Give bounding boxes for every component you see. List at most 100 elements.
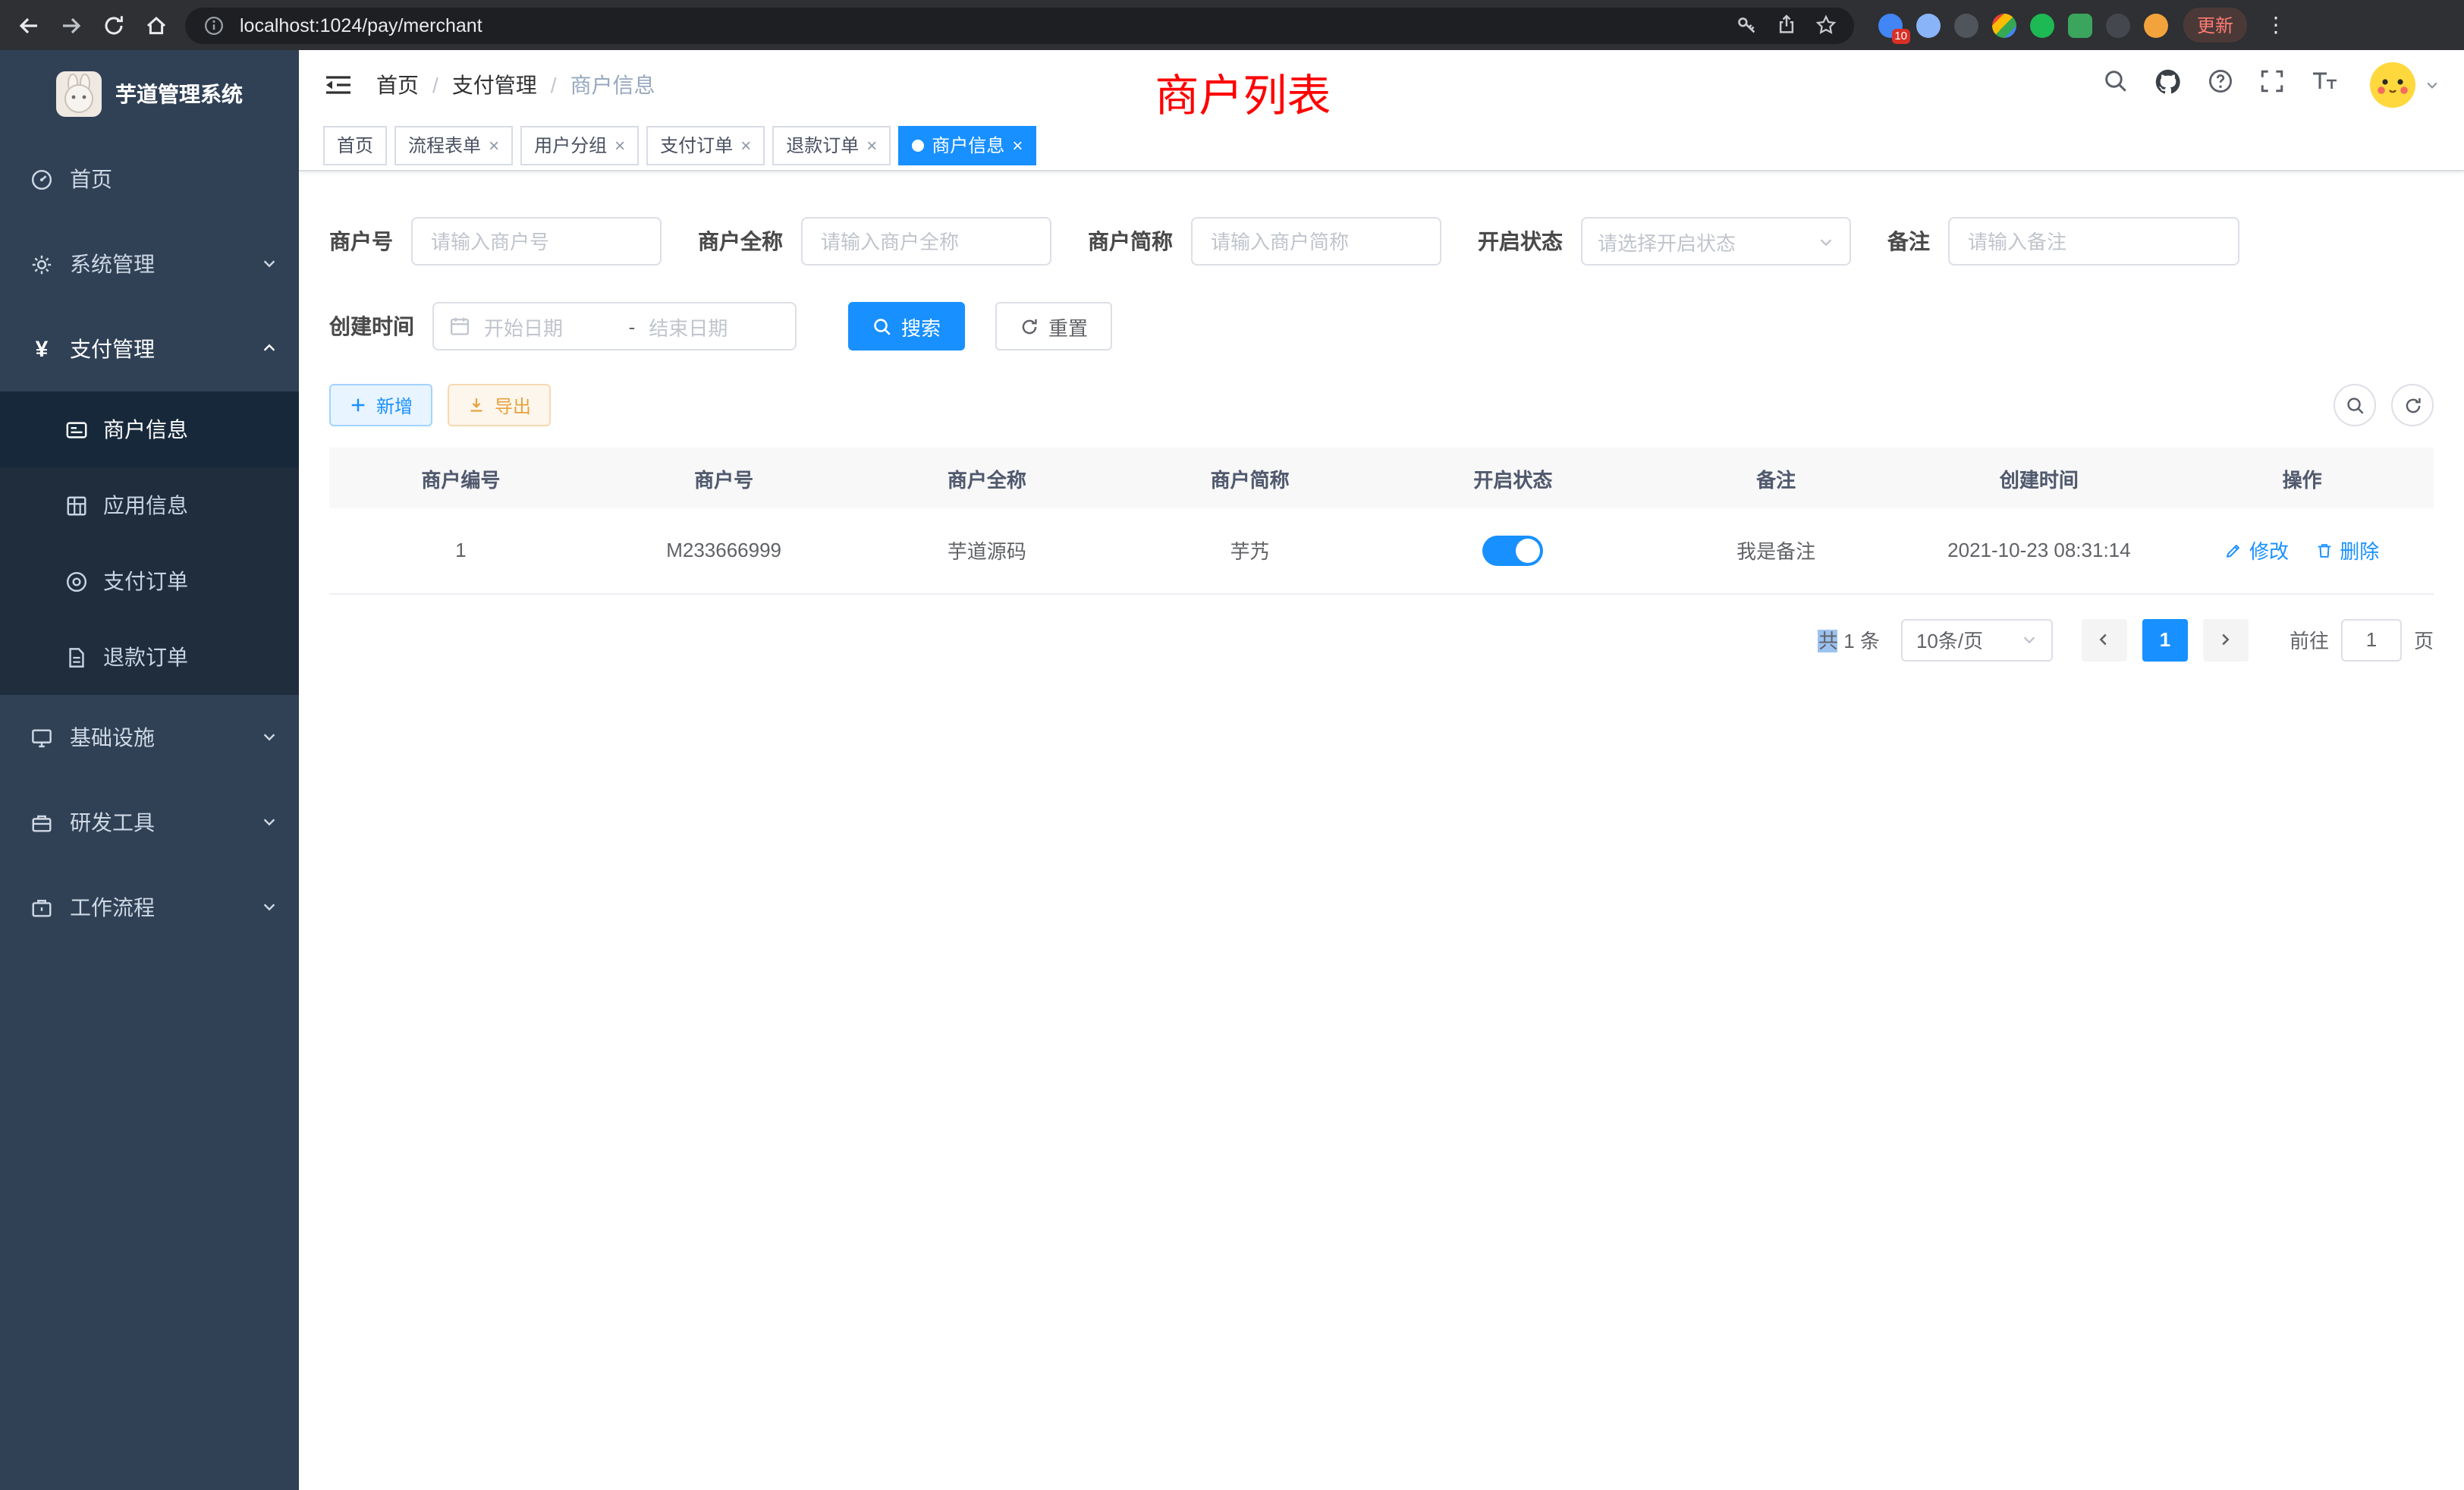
trash-icon [2315, 542, 2334, 560]
extension-icon[interactable] [2068, 13, 2092, 37]
user-avatar[interactable] [2370, 62, 2440, 108]
col-header: 商户全称 [856, 448, 1119, 508]
prev-page-button[interactable] [2082, 618, 2127, 661]
status-select[interactable]: 请选择开启状态 [1581, 217, 1851, 266]
sidebar-fold-icon[interactable] [323, 70, 354, 100]
address-bar[interactable]: localhost:1024/pay/merchant [185, 7, 1854, 43]
col-header: 商户编号 [329, 448, 592, 508]
page-content: 商户号 商户全称 商户简称 开启状态 请选择开启状态 [299, 171, 2464, 1490]
goto-page-input[interactable] [2341, 618, 2402, 661]
font-size-icon[interactable] [2311, 68, 2338, 102]
chevron-down-icon [1818, 233, 1834, 250]
edit-link[interactable]: 修改 [2225, 536, 2289, 565]
extension-icon[interactable] [2106, 13, 2130, 37]
sidebar-menu: 首页 系统管理 ¥ 支付管理 [0, 137, 299, 950]
short-name-input[interactable] [1191, 217, 1441, 266]
github-icon[interactable] [2154, 68, 2182, 102]
extension-icon[interactable] [1916, 13, 1941, 37]
page-number-button[interactable]: 1 [2142, 618, 2188, 661]
extension-icon[interactable] [1992, 13, 2016, 37]
toggle-search-button[interactable] [2334, 384, 2376, 426]
status-select-placeholder: 请选择开启状态 [1598, 227, 1736, 256]
close-icon[interactable]: × [489, 136, 499, 154]
site-info-icon[interactable] [200, 11, 228, 39]
extension-icon[interactable] [2030, 13, 2054, 37]
edit-link-label: 修改 [2249, 536, 2289, 565]
sidebar-item-payment[interactable]: ¥ 支付管理 [0, 306, 299, 391]
filter-row-2: 创建时间 开始日期 - 结束日期 搜索 重置 [329, 302, 2434, 350]
sidebar-item-label: 系统管理 [70, 249, 155, 279]
gear-icon [30, 253, 53, 275]
sidebar-item-label: 退款订单 [103, 642, 188, 672]
close-icon[interactable]: × [614, 136, 625, 154]
sidebar-item-workflow[interactable]: 工作流程 [0, 865, 299, 950]
extension-icon[interactable] [2144, 13, 2168, 37]
search-icon[interactable] [2103, 68, 2129, 102]
sidebar-item-dev-tools[interactable]: 研发工具 [0, 780, 299, 865]
sidebar-item-infrastructure[interactable]: 基础设施 [0, 695, 299, 780]
start-date-placeholder[interactable]: 开始日期 [484, 312, 615, 341]
reload-button[interactable] [100, 11, 127, 39]
password-key-icon[interactable] [1733, 11, 1760, 39]
cell-remark: 我是备注 [1645, 508, 1908, 593]
url-text[interactable]: localhost:1024/pay/merchant [240, 14, 1721, 36]
close-icon[interactable]: × [740, 136, 751, 154]
yen-icon: ¥ [30, 338, 53, 360]
remark-input[interactable] [1948, 217, 2239, 266]
breadcrumb-home[interactable]: 首页 [376, 70, 419, 100]
browser-menu-icon[interactable]: ⋮ [2262, 12, 2290, 38]
delete-link[interactable]: 删除 [2315, 536, 2379, 565]
refresh-table-button[interactable] [2391, 384, 2434, 426]
page-header: 首页 / 支付管理 / 商户信息 商户列表 [299, 50, 2464, 120]
cell-status [1381, 508, 1645, 593]
help-icon[interactable] [2208, 68, 2233, 102]
chevron-up-icon [261, 337, 278, 361]
back-button[interactable] [15, 11, 42, 39]
share-icon[interactable] [1772, 11, 1799, 39]
merchant-no-input[interactable] [411, 217, 662, 266]
sidebar-item-system[interactable]: 系统管理 [0, 222, 299, 306]
page-size-select[interactable]: 10条/页 [1901, 618, 2053, 661]
tab-pay-order[interactable]: 支付订单 × [646, 125, 765, 165]
app-title: 芋道管理系统 [115, 78, 243, 108]
tab-process-form[interactable]: 流程表单 × [394, 125, 513, 165]
sidebar-item-merchant-info[interactable]: 商户信息 [0, 391, 299, 467]
close-icon[interactable]: × [866, 136, 877, 154]
extension-icon[interactable]: 10 [1878, 13, 1903, 37]
status-toggle[interactable] [1482, 536, 1543, 566]
sidebar-item-pay-order[interactable]: 支付订单 [0, 543, 299, 619]
sidebar-item-refund-order[interactable]: 退款订单 [0, 619, 299, 695]
search-button[interactable]: 搜索 [848, 302, 965, 350]
sidebar-item-home[interactable]: 首页 [0, 137, 299, 222]
export-button[interactable]: 导出 [448, 384, 551, 426]
end-date-placeholder[interactable]: 结束日期 [649, 312, 780, 341]
close-icon[interactable]: × [1012, 136, 1023, 154]
next-page-button[interactable] [2203, 618, 2249, 661]
extension-icon[interactable] [1954, 13, 1978, 37]
bookmark-star-icon[interactable] [1812, 11, 1839, 39]
breadcrumb-payment[interactable]: 支付管理 [452, 70, 537, 100]
app-logo[interactable]: 芋道管理系统 [0, 50, 299, 137]
chrome-update-button[interactable]: 更新 [2183, 8, 2247, 42]
full-name-input[interactable] [801, 217, 1051, 266]
tab-label: 首页 [337, 132, 373, 158]
create-time-range-picker[interactable]: 开始日期 - 结束日期 [432, 302, 797, 350]
tab-home[interactable]: 首页 [323, 125, 387, 165]
forward-button[interactable] [58, 11, 85, 39]
tab-user-group[interactable]: 用户分组 × [520, 125, 639, 165]
home-button[interactable] [143, 11, 170, 39]
delete-link-label: 删除 [2340, 536, 2379, 565]
filter-row-1: 商户号 商户全称 商户简称 开启状态 请选择开启状态 [329, 217, 2434, 266]
total-count: 1 [1843, 630, 1854, 652]
add-button[interactable]: 新增 [329, 384, 432, 426]
fullscreen-icon[interactable] [2259, 68, 2285, 102]
chevron-right-icon [2217, 631, 2234, 648]
tab-merchant-info[interactable]: 商户信息 × [898, 125, 1036, 165]
sidebar-item-label: 基础设施 [70, 722, 155, 753]
tab-refund-order[interactable]: 退款订单 × [772, 125, 891, 165]
cell-short-name: 芋艿 [1118, 508, 1381, 593]
sidebar-item-app-info[interactable]: 应用信息 [0, 467, 299, 543]
sidebar-item-label: 首页 [70, 164, 112, 194]
page-unit-label: 页 [2414, 625, 2434, 654]
reset-button[interactable]: 重置 [995, 302, 1112, 350]
